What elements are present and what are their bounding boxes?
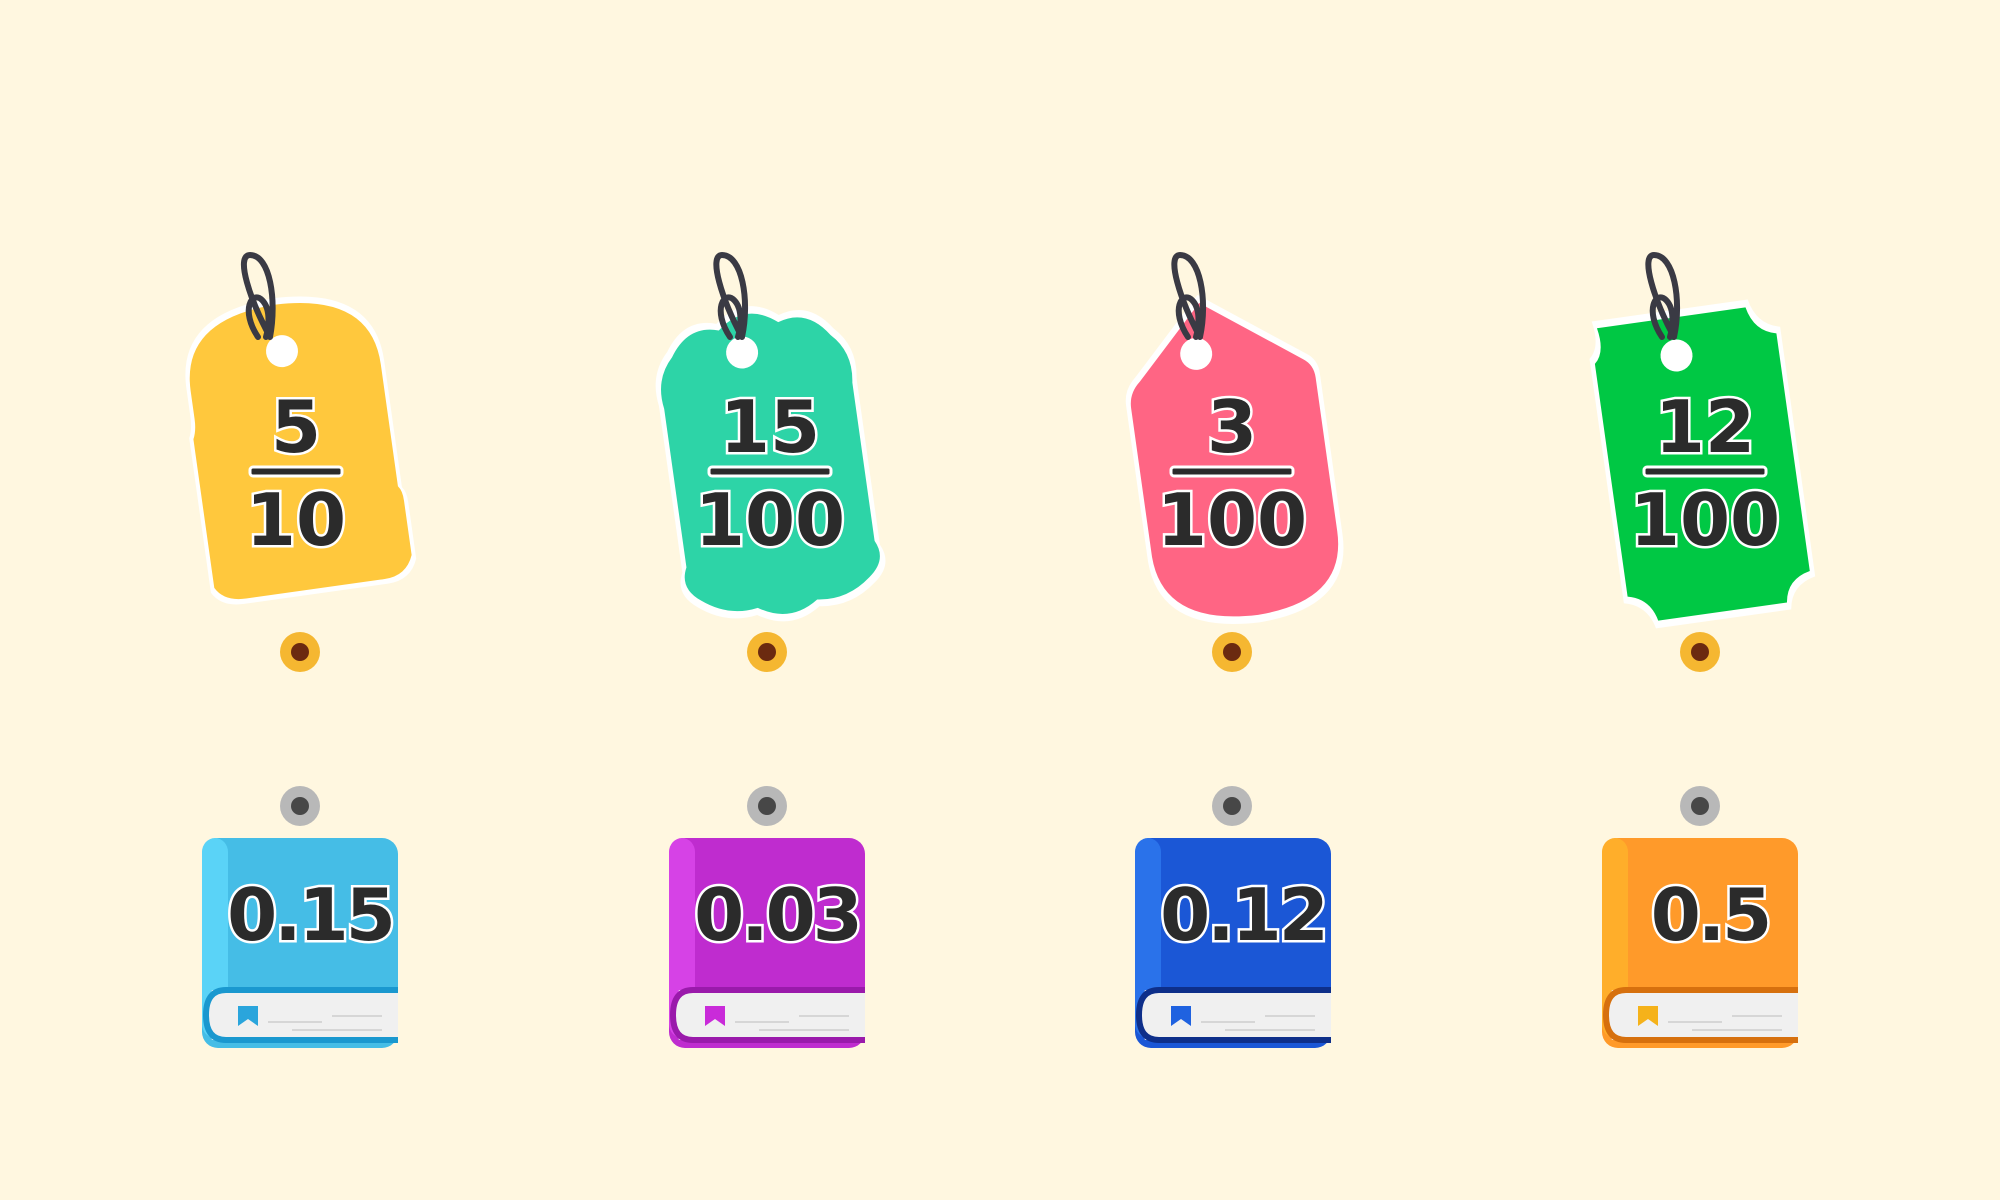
fraction-tag-3[interactable]: 3 100 bbox=[1112, 251, 1353, 636]
tag-numerator: 12 bbox=[1655, 385, 1755, 469]
pin-center bbox=[291, 643, 309, 661]
matching-board: 5 10 15 100 3 100 12 100 0.15 0.03 0.12 … bbox=[172, 251, 1819, 1048]
pin-center bbox=[1223, 643, 1241, 661]
fraction-tag-2[interactable]: 15 100 bbox=[643, 251, 892, 635]
decimal-book-2[interactable]: 0.03 bbox=[669, 838, 865, 1048]
decimal-book-3[interactable]: 0.12 bbox=[1135, 838, 1331, 1048]
tag-numerator: 3 bbox=[1207, 385, 1257, 469]
pin-center bbox=[758, 797, 776, 815]
tag-numerator: 5 bbox=[271, 385, 321, 469]
tag-denominator: 100 bbox=[1157, 478, 1307, 562]
fraction-bar bbox=[707, 465, 833, 478]
fraction-tag-1[interactable]: 5 10 bbox=[172, 251, 420, 608]
pin-center bbox=[1691, 643, 1709, 661]
book-value: 0.03 bbox=[694, 873, 860, 957]
decimal-book-1[interactable]: 0.15 bbox=[202, 838, 398, 1048]
top-pin-3[interactable] bbox=[1212, 632, 1252, 672]
top-pin-2[interactable] bbox=[747, 632, 787, 672]
book-value: 0.12 bbox=[1160, 873, 1326, 957]
bottom-pin-4[interactable] bbox=[1680, 786, 1720, 826]
fraction-tag-4[interactable]: 12 100 bbox=[1584, 251, 1819, 632]
tag-denominator: 10 bbox=[246, 478, 346, 562]
top-pin-4[interactable] bbox=[1680, 632, 1720, 672]
bottom-pin-3[interactable] bbox=[1212, 786, 1252, 826]
tag-numerator: 15 bbox=[720, 385, 820, 469]
bottom-pin-1[interactable] bbox=[280, 786, 320, 826]
top-pin-1[interactable] bbox=[280, 632, 320, 672]
pin-center bbox=[758, 643, 776, 661]
fraction-bar bbox=[1642, 465, 1768, 478]
fraction-bar bbox=[1169, 465, 1295, 478]
decimal-book-4[interactable]: 0.5 bbox=[1602, 838, 1798, 1048]
fraction-bar bbox=[248, 465, 344, 478]
tag-denominator: 100 bbox=[1630, 478, 1780, 562]
bottom-pin-2[interactable] bbox=[747, 786, 787, 826]
book-value: 0.5 bbox=[1651, 873, 1770, 957]
book-value: 0.15 bbox=[227, 873, 393, 957]
pin-center bbox=[1691, 797, 1709, 815]
pin-center bbox=[1223, 797, 1241, 815]
pin-center bbox=[291, 797, 309, 815]
tag-denominator: 100 bbox=[695, 478, 845, 562]
